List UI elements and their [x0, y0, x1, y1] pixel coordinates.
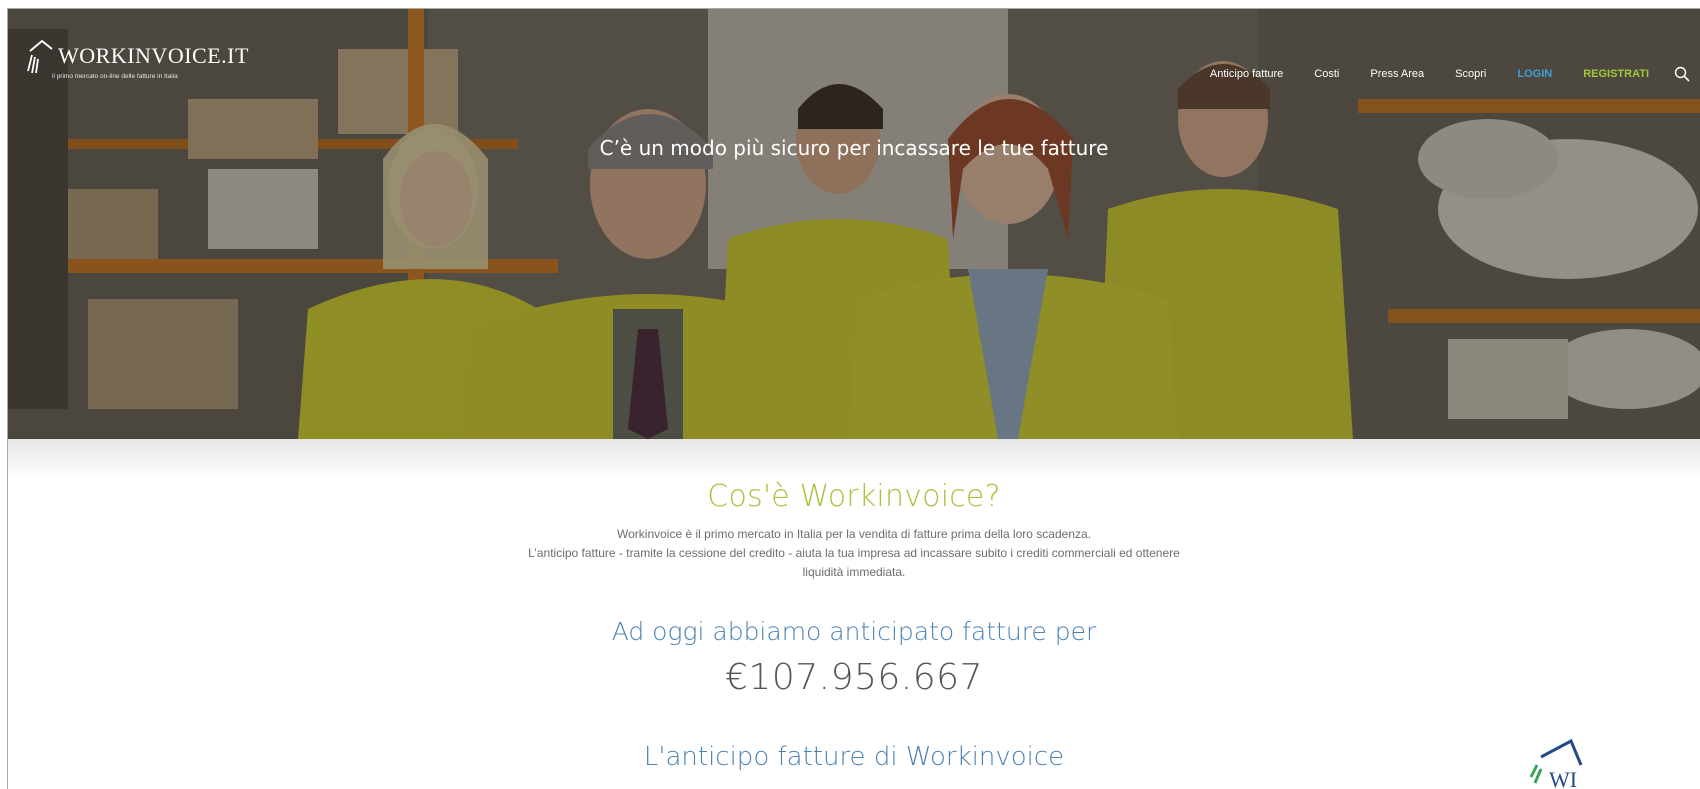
subsection-title: L'anticipo fatture di Workinvoice — [643, 742, 1065, 772]
hero-shadow — [8, 439, 1700, 479]
about-line-1: Workinvoice è il primo mercato in Italia… — [617, 527, 1091, 541]
nav-item-scopri[interactable]: Scopri — [1455, 68, 1486, 80]
about-description: Workinvoice è il primo mercato in Italia… — [508, 525, 1200, 582]
book-logo-icon — [27, 39, 53, 74]
search-icon[interactable] — [1674, 66, 1690, 82]
counter-value: €107.956.667 — [725, 657, 983, 698]
nav-item-costi[interactable]: Costi — [1314, 68, 1339, 80]
frame-top-border — [0, 0, 1700, 9]
nav-item-anticipo-fatture[interactable]: Anticipo fatture — [1210, 68, 1283, 80]
wi-badge-text: WI — [1549, 767, 1577, 789]
main-nav: Anticipo fatture Costi Press Area Scopri… — [1179, 65, 1700, 83]
wi-logo-icon[interactable]: WI — [1523, 739, 1593, 789]
counter-label: Ad oggi abbiamo anticipato fatture per — [611, 617, 1097, 646]
login-link[interactable]: LOGIN — [1517, 68, 1552, 80]
hero-banner: WORKINVOICE.IT il primo mercato on-line … — [8, 9, 1700, 439]
about-line-2: L’anticipo fatture - tramite la cessione… — [528, 546, 1180, 579]
register-link[interactable]: REGISTRATI — [1583, 68, 1649, 80]
about-title: Cos'è Workinvoice? — [707, 479, 1001, 514]
nav-item-press-area[interactable]: Press Area — [1370, 68, 1424, 80]
hero-headline: C’è un modo più sicuro per incassare le … — [599, 136, 1109, 160]
main-content: Cos'è Workinvoice? Workinvoice è il prim… — [8, 439, 1700, 789]
brand-tagline: il primo mercato on-line delle fatture i… — [52, 73, 178, 80]
brand-name: WORKINVOICE.IT — [58, 43, 249, 68]
brand-logo[interactable]: WORKINVOICE.IT il primo mercato on-line … — [26, 37, 249, 80]
frame-left-border — [0, 8, 8, 789]
